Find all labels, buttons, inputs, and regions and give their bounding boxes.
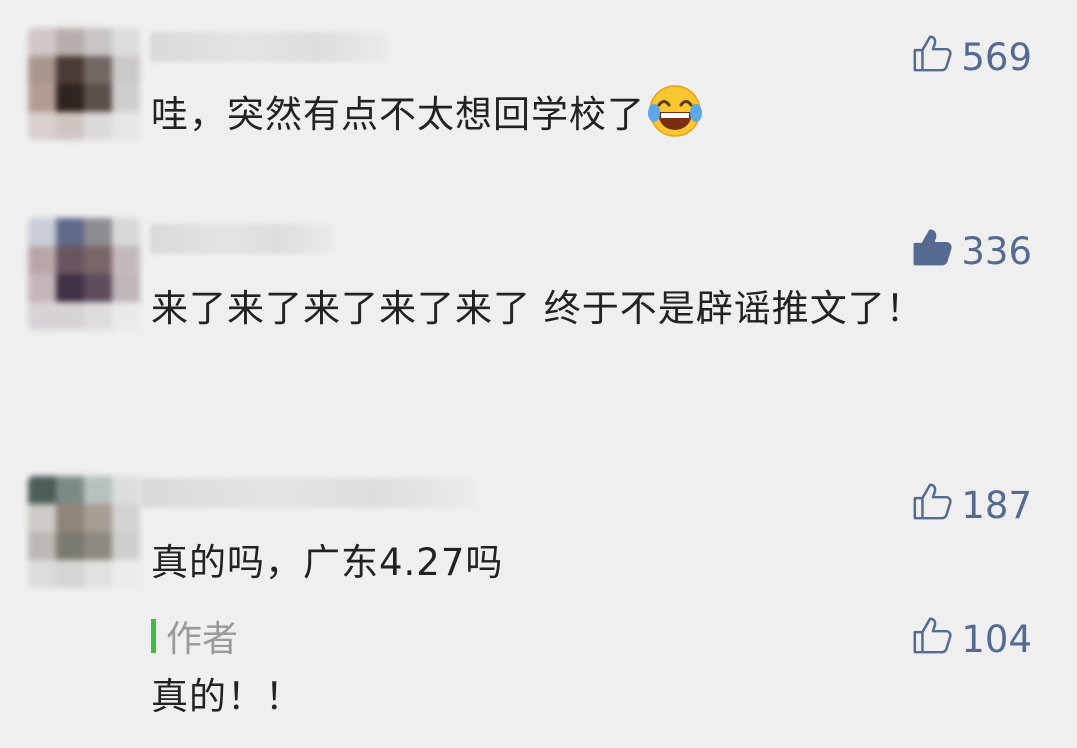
reply-text: 真的！！ <box>151 675 303 718</box>
thumbs-up-icon <box>911 32 953 83</box>
like-button[interactable]: 336 <box>911 226 1032 277</box>
comment-1: 569 哇，突然有点不太想回学校了 <box>0 0 1077 190</box>
thumbs-up-icon <box>911 480 953 531</box>
author-label: 作者 <box>151 610 1031 662</box>
like-count: 187 <box>961 484 1032 527</box>
comment-text: 真的吗，广东4.27吗 <box>151 541 504 584</box>
laughing-with-tears-emoji <box>647 83 703 139</box>
like-count: 104 <box>961 618 1032 661</box>
thumbs-up-icon <box>911 614 953 665</box>
like-button[interactable]: 187 <box>911 480 1032 531</box>
commenter-name-redacted[interactable] <box>150 224 335 254</box>
comment-text: 哇，突然有点不太想回学校了 <box>151 80 977 150</box>
avatar[interactable] <box>28 28 140 140</box>
like-button[interactable]: 104 <box>911 614 1032 665</box>
author-reply: 作者 <box>151 610 1031 662</box>
author-indicator-bar <box>151 619 156 653</box>
like-button[interactable]: 569 <box>911 32 1032 83</box>
comment-2: 336 来了来了来了来了来了 终于不是辟谣推文了！ <box>0 190 1077 450</box>
like-count: 569 <box>961 36 1032 79</box>
comment-text: 来了来了来了来了来了 终于不是辟谣推文了！ <box>151 287 924 330</box>
comment-3: 187 真的吗，广东4.27吗 作者 104 真的！！ <box>0 450 1077 748</box>
commenter-name-redacted[interactable] <box>140 478 475 508</box>
thumbs-up-icon <box>911 226 953 277</box>
like-count: 336 <box>961 230 1032 273</box>
avatar[interactable] <box>28 476 140 588</box>
avatar[interactable] <box>28 218 140 330</box>
commenter-name-redacted[interactable] <box>150 32 390 62</box>
